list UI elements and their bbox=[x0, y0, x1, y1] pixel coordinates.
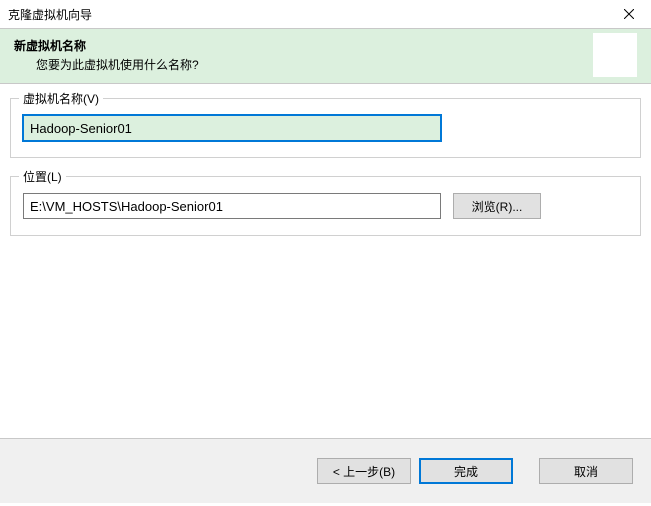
location-fieldset: 位置(L) 浏览(R)... bbox=[10, 176, 641, 236]
window-title: 克隆虚拟机向导 bbox=[8, 6, 92, 23]
wizard-header-title: 新虚拟机名称 bbox=[14, 37, 593, 54]
titlebar: 克隆虚拟机向导 bbox=[0, 0, 651, 28]
location-legend: 位置(L) bbox=[19, 168, 66, 185]
cancel-button[interactable]: 取消 bbox=[539, 458, 633, 484]
wizard-header-icon bbox=[593, 33, 637, 77]
vm-name-fieldset: 虚拟机名称(V) bbox=[10, 98, 641, 158]
close-button[interactable] bbox=[606, 0, 651, 28]
wizard-content: 虚拟机名称(V) 位置(L) 浏览(R)... bbox=[0, 84, 651, 439]
finish-button[interactable]: 完成 bbox=[419, 458, 513, 484]
wizard-header: 新虚拟机名称 您要为此虚拟机使用什么名称? bbox=[0, 28, 651, 84]
wizard-header-subtitle: 您要为此虚拟机使用什么名称? bbox=[14, 56, 593, 73]
wizard-header-text: 新虚拟机名称 您要为此虚拟机使用什么名称? bbox=[14, 37, 593, 73]
location-input[interactable] bbox=[23, 193, 441, 219]
wizard-footer: < 上一步(B) 完成 取消 bbox=[0, 439, 651, 503]
vm-name-legend: 虚拟机名称(V) bbox=[19, 90, 103, 107]
close-icon bbox=[624, 9, 634, 19]
location-row: 浏览(R)... bbox=[23, 193, 628, 219]
back-button[interactable]: < 上一步(B) bbox=[317, 458, 411, 484]
browse-button[interactable]: 浏览(R)... bbox=[453, 193, 541, 219]
vm-name-input[interactable] bbox=[23, 115, 441, 141]
